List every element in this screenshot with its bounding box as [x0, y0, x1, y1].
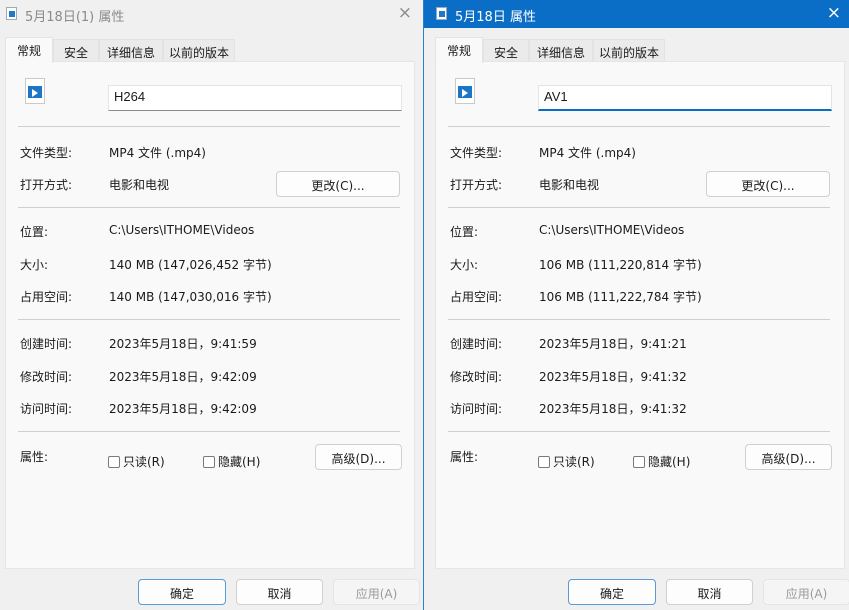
size-label: 大小: [20, 256, 48, 273]
size-label: 大小: [450, 256, 478, 273]
checkbox-box[interactable] [108, 456, 120, 468]
title-bar[interactable]: 5月18日 属性 × [424, 0, 849, 28]
hidden-label: 隐藏(H) [648, 453, 690, 470]
tab-details[interactable]: 详细信息 [529, 39, 593, 62]
cancel-button[interactable]: 取消 [666, 579, 753, 605]
open-with-label: 打开方式: [20, 176, 72, 193]
play-icon [32, 89, 38, 97]
created-label: 创建时间: [450, 335, 502, 352]
checkbox-box[interactable] [633, 456, 645, 468]
divider [448, 319, 830, 320]
change-button[interactable]: 更改(C)... [276, 171, 400, 197]
hidden-checkbox[interactable]: 隐藏(H) [203, 453, 260, 470]
checkbox-box[interactable] [538, 456, 550, 468]
modified-value: 2023年5月18日，9:41:32 [539, 368, 687, 385]
modified-value: 2023年5月18日，9:42:09 [109, 368, 257, 385]
divider [448, 207, 830, 208]
size-on-disk-label: 占用空间: [20, 288, 72, 305]
readonly-label: 只读(R) [123, 453, 165, 470]
advanced-button[interactable]: 高级(D)... [745, 444, 832, 470]
tab-security[interactable]: 安全 [53, 39, 99, 62]
tab-general[interactable]: 常规 [435, 37, 483, 63]
created-label: 创建时间: [20, 335, 72, 352]
location-value: C:\Users\ITHOME\Videos [109, 223, 254, 237]
divider [18, 319, 400, 320]
accessed-label: 访问时间: [450, 400, 502, 417]
size-value: 140 MB (147,026,452 字节) [109, 256, 272, 273]
ok-button[interactable]: 确定 [138, 579, 226, 605]
close-icon[interactable]: × [827, 3, 841, 23]
checkbox-box[interactable] [203, 456, 215, 468]
general-panel [5, 61, 415, 569]
dialog-title: 5月18日 属性 [455, 6, 536, 25]
accessed-value: 2023年5月18日，9:41:32 [539, 400, 687, 417]
location-value: C:\Users\ITHOME\Videos [539, 223, 684, 237]
cancel-button[interactable]: 取消 [236, 579, 323, 605]
tab-details[interactable]: 详细信息 [99, 39, 163, 62]
attributes-label: 属性: [20, 448, 48, 465]
file-type-value: MP4 文件 (.mp4) [539, 144, 636, 161]
apply-button[interactable]: 应用(A) [333, 579, 420, 605]
accessed-label: 访问时间: [20, 400, 72, 417]
divider [18, 207, 400, 208]
advanced-button[interactable]: 高级(D)... [315, 444, 402, 470]
ok-button[interactable]: 确定 [568, 579, 656, 605]
properties-dialog-active: 5月18日 属性 × 常规 安全 详细信息 以前的版本 AV1 文件类型: MP… [423, 0, 849, 610]
file-type-label: 文件类型: [450, 144, 502, 161]
tab-previous-versions[interactable]: 以前的版本 [163, 39, 235, 62]
readonly-checkbox[interactable]: 只读(R) [108, 453, 165, 470]
created-value: 2023年5月18日，9:41:21 [539, 335, 687, 352]
video-file-icon [6, 7, 17, 20]
open-with-value: 电影和电视 [109, 176, 169, 193]
location-label: 位置: [20, 223, 48, 240]
title-bar[interactable]: 5月18日(1) 属性 × [0, 0, 420, 28]
open-with-value: 电影和电视 [539, 176, 599, 193]
created-value: 2023年5月18日，9:41:59 [109, 335, 257, 352]
apply-button[interactable]: 应用(A) [763, 579, 849, 605]
size-on-disk-value: 140 MB (147,030,016 字节) [109, 288, 272, 305]
file-type-label: 文件类型: [20, 144, 72, 161]
play-icon [462, 89, 468, 97]
change-button[interactable]: 更改(C)... [706, 171, 830, 197]
readonly-checkbox[interactable]: 只读(R) [538, 453, 595, 470]
dialog-title: 5月18日(1) 属性 [25, 6, 124, 25]
tab-security[interactable]: 安全 [483, 39, 529, 62]
hidden-checkbox[interactable]: 隐藏(H) [633, 453, 690, 470]
general-panel [435, 61, 845, 569]
file-name-input[interactable]: H264 [108, 85, 402, 111]
video-file-icon [436, 7, 447, 20]
accessed-value: 2023年5月18日，9:42:09 [109, 400, 257, 417]
size-on-disk-value: 106 MB (111,222,784 字节) [539, 288, 702, 305]
file-name-input[interactable]: AV1 [538, 85, 832, 111]
modified-label: 修改时间: [450, 368, 502, 385]
divider [448, 126, 830, 127]
size-on-disk-label: 占用空间: [450, 288, 502, 305]
close-icon[interactable]: × [398, 3, 412, 23]
file-type-value: MP4 文件 (.mp4) [109, 144, 206, 161]
properties-dialog-inactive: 5月18日(1) 属性 × 常规 安全 详细信息 以前的版本 H264 文件类型… [0, 0, 420, 610]
location-label: 位置: [450, 223, 478, 240]
readonly-label: 只读(R) [553, 453, 595, 470]
divider [448, 431, 830, 432]
divider [18, 126, 400, 127]
tab-previous-versions[interactable]: 以前的版本 [593, 39, 665, 62]
attributes-label: 属性: [450, 448, 478, 465]
divider [18, 431, 400, 432]
modified-label: 修改时间: [20, 368, 72, 385]
hidden-label: 隐藏(H) [218, 453, 260, 470]
open-with-label: 打开方式: [450, 176, 502, 193]
tab-general[interactable]: 常规 [5, 37, 53, 63]
size-value: 106 MB (111,220,814 字节) [539, 256, 702, 273]
